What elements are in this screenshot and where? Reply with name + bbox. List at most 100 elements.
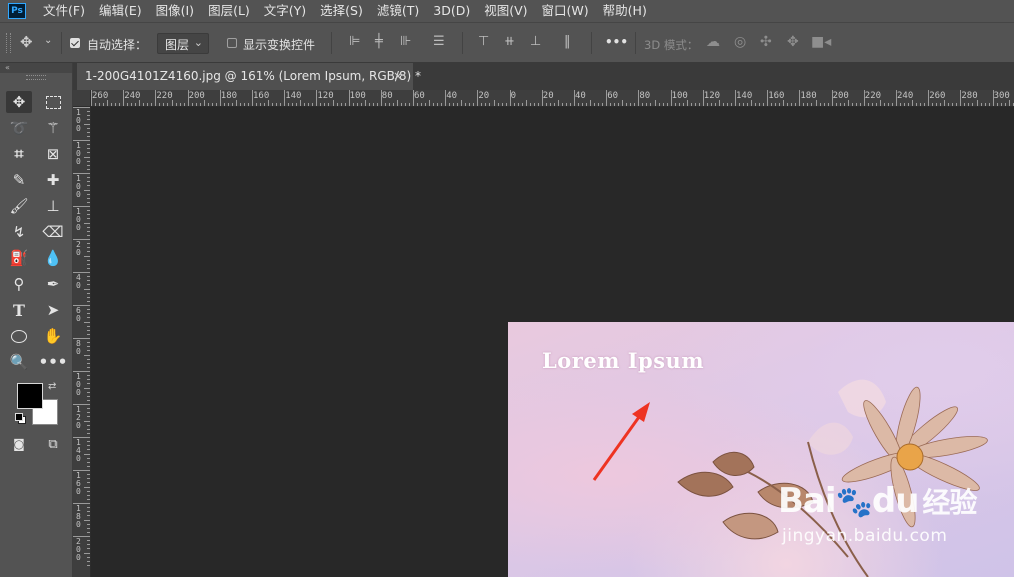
crop-tool-icon[interactable]: ⌗	[6, 143, 32, 165]
align-bottom-icon[interactable]: ⊥	[530, 34, 541, 49]
auto-select-checkbox[interactable]	[70, 38, 80, 48]
auto-select-label: 自动选择：	[87, 38, 148, 52]
ruler-h-minor-tick	[823, 103, 825, 106]
ruler-h-minor-tick	[730, 103, 732, 106]
3d-roll-icon[interactable]: ◎	[734, 34, 746, 50]
path-selection-tool-icon[interactable]: ➤	[40, 299, 66, 321]
ruler-v-minor-tick	[87, 230, 90, 232]
align-vertical-center-icon[interactable]: ⧺	[504, 34, 515, 49]
blur-tool-icon[interactable]: 💧	[40, 247, 66, 269]
ruler-v-minor-tick	[87, 259, 90, 261]
move-tool-preset-icon[interactable]: ✥	[20, 33, 33, 51]
ruler-v-label-digit: 0	[76, 520, 81, 529]
zoom-tool-icon[interactable]: 🔍	[6, 351, 32, 373]
frame-tool-icon[interactable]: ⊠	[40, 143, 66, 165]
ruler-h-minor-tick	[497, 103, 499, 106]
more-options-button[interactable]: •••	[605, 35, 628, 49]
ruler-h-tick	[509, 90, 511, 106]
auto-select-target-dropdown[interactable]: 图层 ⌄	[157, 33, 209, 54]
horizontal-ruler[interactable]: 260 240 220 200 180 160 140 120 100 80 60 40 20 0 20 40…	[91, 90, 1014, 107]
menu-type[interactable]: 文字(Y)	[257, 0, 313, 22]
ruler-h-minor-tick	[557, 100, 559, 106]
align-left-icon[interactable]: ⊫	[349, 34, 360, 49]
ruler-h-minor-tick	[292, 103, 294, 106]
ruler-h-minor-tick	[521, 103, 523, 106]
menu-3d[interactable]: 3D(D)	[426, 0, 477, 22]
menu-select[interactable]: 选择(S)	[313, 0, 370, 22]
ruler-v-minor-tick	[84, 189, 90, 191]
ruler-v-minor-tick	[87, 333, 90, 335]
menu-layer[interactable]: 图层(L)	[201, 0, 257, 22]
vertical-ruler[interactable]: 10010010010020406080100120140160180200	[73, 107, 91, 577]
ruler-origin[interactable]	[73, 90, 91, 107]
ruler-v-minor-tick	[87, 412, 90, 414]
ruler-h-minor-tick	[537, 103, 539, 106]
brush-tool-icon[interactable]: 🖌	[6, 195, 32, 217]
ruler-v-minor-tick	[87, 362, 90, 364]
lasso-tool-icon[interactable]: ➰	[6, 117, 32, 139]
3d-orbit-icon[interactable]: ☁	[706, 34, 720, 50]
menu-edit[interactable]: 编辑(E)	[92, 0, 149, 22]
ruler-h-minor-tick	[775, 103, 777, 106]
type-tool-icon[interactable]: T	[6, 299, 32, 321]
align-right-icon[interactable]: ⊪	[400, 34, 411, 49]
menu-filter[interactable]: 滤镜(T)	[370, 0, 426, 22]
ruler-v-minor-tick	[87, 490, 90, 492]
eraser-tool-icon[interactable]: ⌫	[40, 221, 66, 243]
ruler-h-tick	[380, 90, 382, 106]
swap-colors-icon[interactable]: ⇄	[48, 381, 56, 392]
healing-brush-tool-icon[interactable]: ✚	[40, 169, 66, 191]
ruler-h-tick	[831, 90, 833, 106]
distribute-vertical-icon[interactable]: ☰	[433, 34, 445, 49]
ellipse-tool-icon[interactable]	[6, 325, 32, 347]
ruler-h-minor-tick	[421, 103, 423, 106]
3d-slide-icon[interactable]: ✥	[787, 34, 799, 50]
default-colors-icon[interactable]	[15, 413, 26, 424]
eyedropper-tool-icon[interactable]: ✎	[6, 169, 32, 191]
ruler-h-minor-tick	[296, 103, 298, 106]
ruler-v-label-digit: 0	[76, 553, 81, 562]
options-bar-grip[interactable]	[6, 33, 11, 53]
ruler-v-minor-tick	[84, 288, 90, 290]
pen-tool-icon[interactable]: ✒	[40, 273, 66, 295]
ruler-v-minor-tick	[87, 135, 90, 137]
edit-toolbar-icon[interactable]: •••	[39, 351, 68, 373]
hand-tool-icon[interactable]: ✋	[40, 325, 66, 347]
document-image[interactable]: Lorem Ipsum Bai🐾du 经验 jingyan.baidu.com	[508, 322, 1014, 577]
toolbox-grip[interactable]	[26, 75, 46, 80]
ruler-v-minor-tick	[84, 354, 90, 356]
ruler-h-minor-tick	[795, 103, 797, 106]
paint-bucket-tool-icon[interactable]: ⛽	[6, 247, 32, 269]
history-brush-tool-icon[interactable]: ↯	[6, 221, 32, 243]
menu-help[interactable]: 帮助(H)	[596, 0, 654, 22]
marquee-tool-icon[interactable]	[40, 91, 66, 113]
distribute-horizontal-icon[interactable]: ‖	[564, 34, 571, 49]
move-tool-icon[interactable]: ✥	[6, 91, 32, 113]
3d-scale-camera-icon[interactable]: ■◂	[811, 34, 831, 50]
align-horizontal-center-icon[interactable]: ╪	[375, 34, 383, 49]
document-tab[interactable]: 1-200G4101Z4160.jpg @ 161% (Lorem Ipsum,…	[77, 63, 421, 90]
menu-file[interactable]: 文件(F)	[36, 0, 92, 22]
quick-mask-icon[interactable]: ◙	[6, 433, 32, 455]
ruler-h-tick	[284, 90, 286, 106]
ruler-h-minor-tick	[179, 103, 181, 106]
ruler-h-minor-tick	[718, 100, 720, 106]
ruler-v-minor-tick	[87, 478, 90, 480]
toolbox-collapse-button[interactable]: «	[0, 63, 72, 73]
align-top-icon[interactable]: ⊤	[478, 34, 489, 49]
dodge-tool-icon[interactable]: ⚲	[6, 273, 32, 295]
chevron-down-icon[interactable]: ⌄	[44, 35, 52, 46]
3d-pan-icon[interactable]: ✣	[760, 34, 772, 50]
show-transform-checkbox[interactable]	[227, 38, 237, 48]
close-icon[interactable]: ×	[393, 63, 403, 90]
magic-wand-tool-icon[interactable]: ⚚	[40, 117, 66, 139]
foreground-color-swatch[interactable]	[17, 383, 43, 409]
ruler-h-minor-tick	[175, 103, 177, 106]
ruler-v-minor-tick	[87, 399, 90, 401]
screen-mode-icon[interactable]: ⧉	[40, 433, 66, 455]
clone-stamp-tool-icon[interactable]: ⊥	[40, 195, 66, 217]
menu-view[interactable]: 视图(V)	[477, 0, 534, 22]
ruler-h-minor-tick	[553, 103, 555, 106]
menu-image[interactable]: 图像(I)	[149, 0, 201, 22]
menu-window[interactable]: 窗口(W)	[535, 0, 596, 22]
